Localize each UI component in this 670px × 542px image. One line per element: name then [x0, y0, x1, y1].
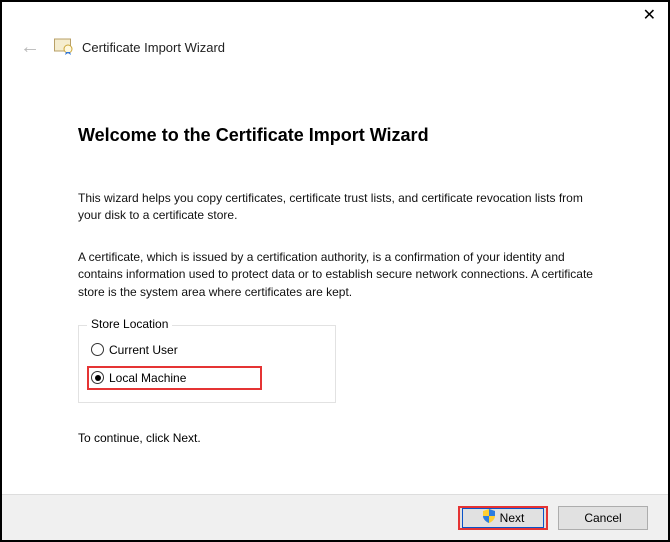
radio-label: Current User: [109, 343, 178, 357]
intro-paragraph-2: A certificate, which is issued by a cert…: [78, 249, 608, 301]
intro-paragraph-1: This wizard helps you copy certificates,…: [78, 190, 608, 225]
next-button-label: Next: [500, 511, 525, 525]
back-arrow-icon: ←: [20, 36, 46, 59]
radio-current-user[interactable]: Current User: [89, 340, 325, 360]
continue-hint: To continue, click Next.: [78, 431, 608, 445]
radio-icon: [91, 371, 104, 384]
certificate-icon: [54, 37, 74, 58]
wizard-content: Welcome to the Certificate Import Wizard…: [2, 67, 668, 494]
shield-icon: [482, 509, 496, 526]
page-heading: Welcome to the Certificate Import Wizard: [78, 125, 608, 146]
radio-label: Local Machine: [109, 371, 186, 385]
next-button[interactable]: Next: [458, 506, 548, 530]
wizard-footer: Next Cancel: [2, 494, 668, 540]
radio-local-machine[interactable]: Local Machine: [87, 366, 262, 390]
wizard-header: ← Certificate Import Wizard: [2, 36, 668, 67]
cancel-button[interactable]: Cancel: [558, 506, 648, 530]
radio-icon: [91, 343, 104, 356]
titlebar: ✕: [2, 2, 668, 36]
close-icon[interactable]: ✕: [643, 8, 656, 24]
wizard-title: Certificate Import Wizard: [82, 40, 225, 55]
store-location-legend: Store Location: [87, 317, 172, 331]
store-location-group: Store Location Current User Local Machin…: [78, 325, 336, 403]
cancel-button-label: Cancel: [584, 511, 621, 525]
